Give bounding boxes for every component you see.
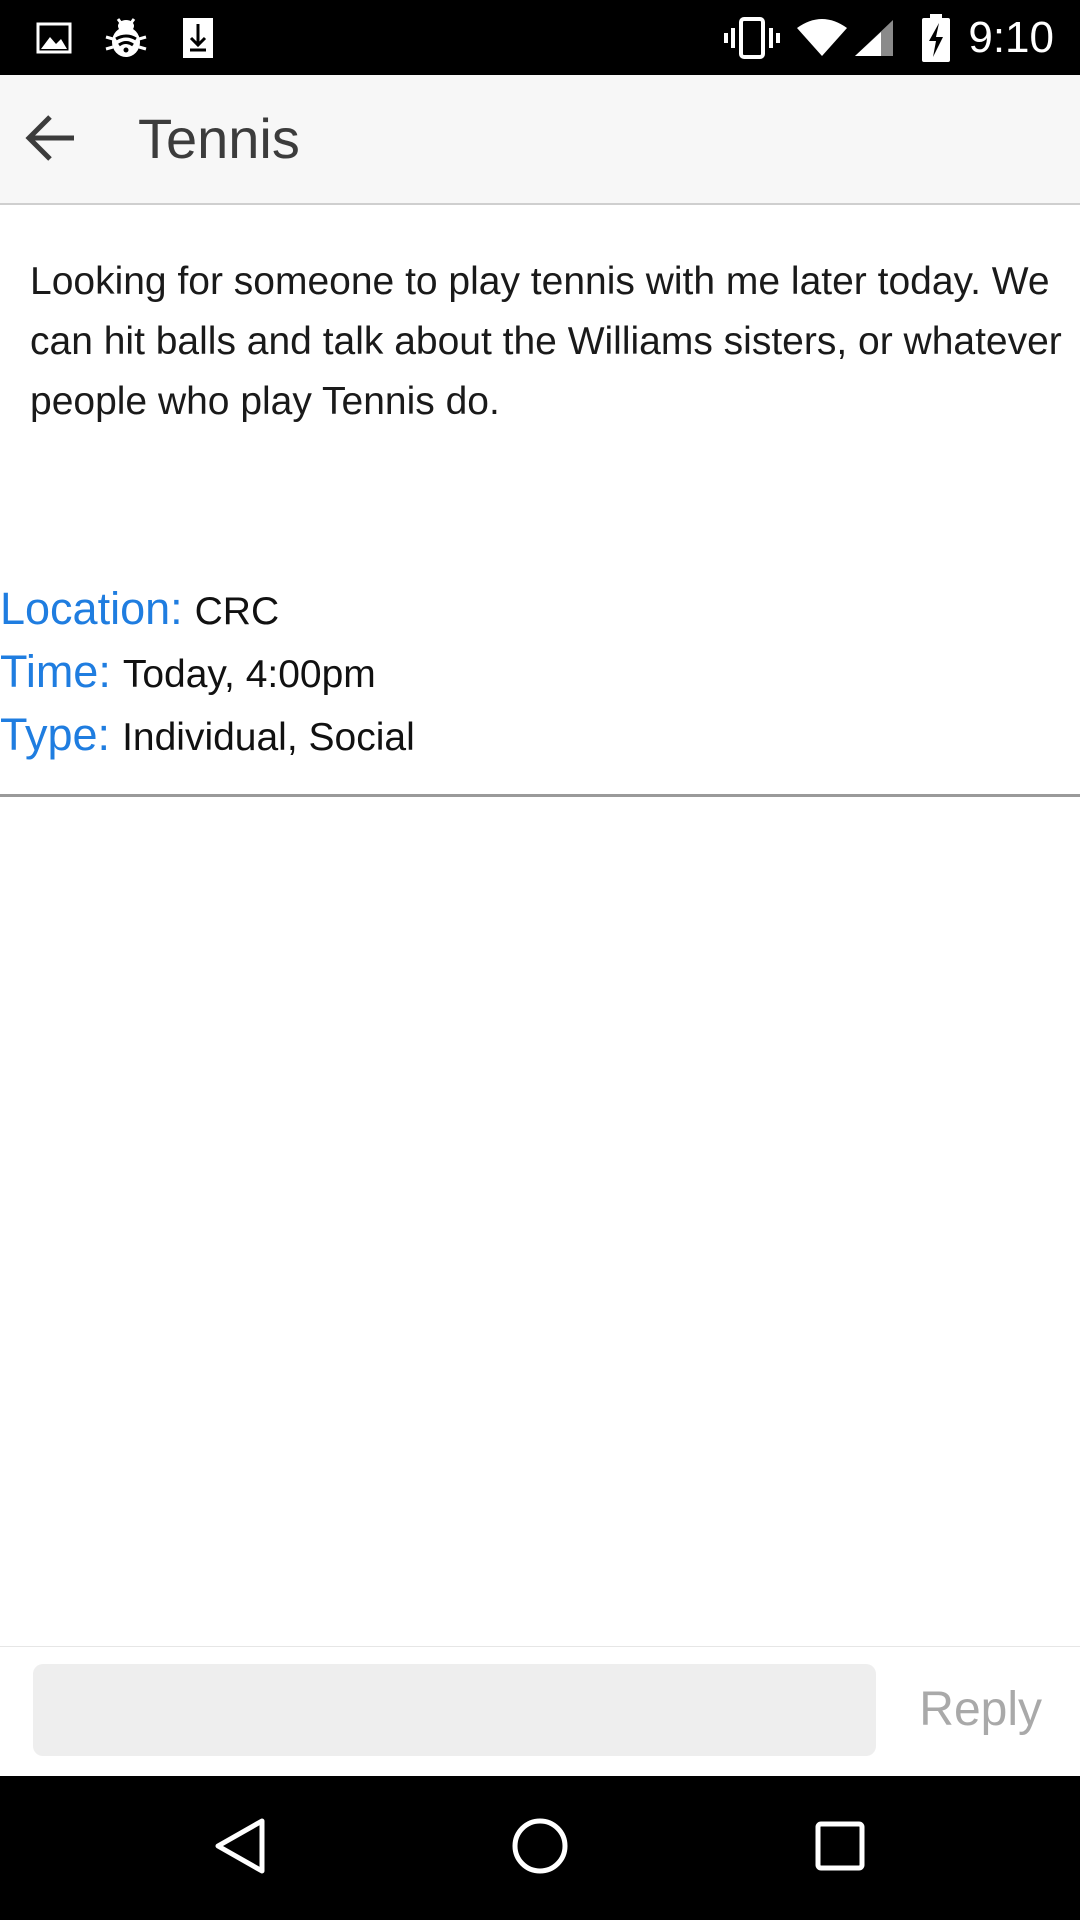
status-clock: 9:10	[968, 13, 1054, 62]
bug-icon	[103, 0, 149, 75]
nav-recents-button[interactable]	[790, 1798, 890, 1898]
detail-location: Location: CRC	[0, 583, 1080, 646]
back-triangle-icon	[212, 1816, 268, 1881]
app-bar: Tennis	[0, 75, 1080, 205]
post-body: Looking for someone to play tennis with …	[30, 260, 1062, 423]
home-circle-icon	[511, 1817, 569, 1880]
vibrate-icon	[724, 0, 780, 75]
content-divider	[0, 794, 1080, 797]
recents-square-icon	[814, 1820, 866, 1877]
reply-input[interactable]	[33, 1664, 876, 1756]
nav-back-button[interactable]	[190, 1798, 290, 1898]
download-icon	[178, 0, 218, 75]
detail-time-label: Time:	[0, 646, 111, 697]
detail-time: Time: Today, 4:00pm	[0, 646, 1080, 709]
reply-button[interactable]: Reply	[901, 1664, 1060, 1756]
screen: 9:10 Tennis Looking for someone to play …	[0, 0, 1080, 1920]
wifi-icon	[796, 0, 848, 75]
back-button[interactable]	[10, 100, 90, 180]
system-nav-bar	[0, 1776, 1080, 1920]
nav-home-button[interactable]	[490, 1798, 590, 1898]
signal-icon	[852, 0, 896, 75]
detail-type-label: Type:	[0, 709, 111, 760]
page-title: Tennis	[138, 107, 300, 170]
detail-location-value: CRC	[194, 590, 280, 633]
detail-type-value: Individual, Social	[122, 716, 415, 759]
arrow-back-icon	[24, 114, 76, 167]
status-bar: 9:10	[0, 0, 1080, 75]
detail-type: Type: Individual, Social	[0, 709, 1080, 772]
detail-location-label: Location:	[0, 583, 183, 634]
detail-time-value: Today, 4:00pm	[122, 653, 376, 696]
post-details: Location: CRC Time: Today, 4:00pm Type: …	[0, 583, 1080, 772]
reply-bar: Reply	[0, 1646, 1080, 1776]
image-icon	[34, 0, 74, 75]
battery-charging-icon	[918, 0, 954, 75]
